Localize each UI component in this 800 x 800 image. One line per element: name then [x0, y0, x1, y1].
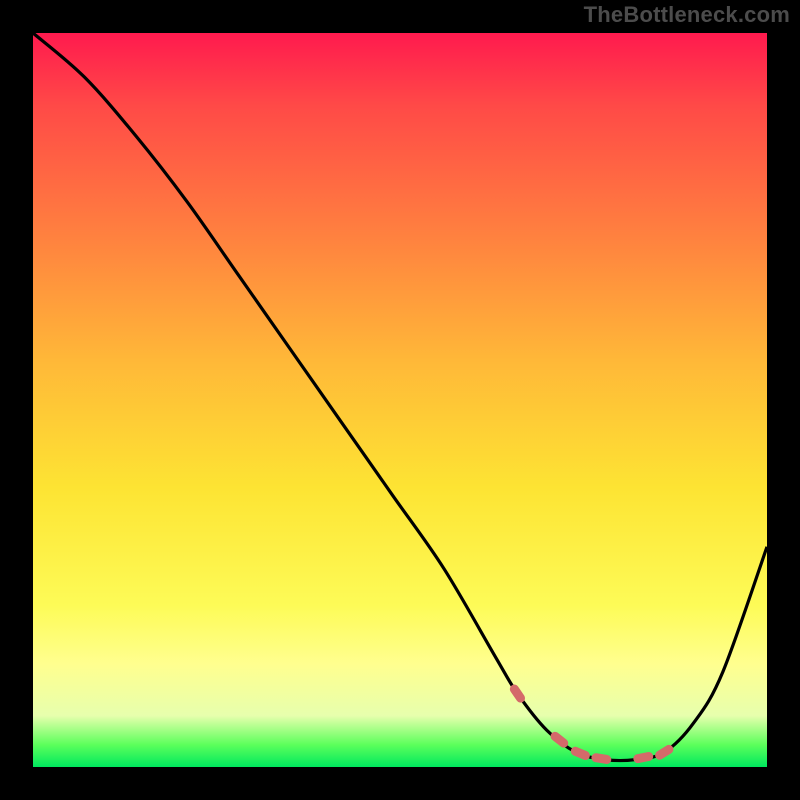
plot-area — [33, 33, 767, 767]
attribution-label: TheBottleneck.com — [584, 2, 790, 28]
optimum-dash — [514, 689, 520, 698]
optimum-dash — [660, 749, 669, 755]
optimum-dash — [575, 751, 585, 755]
optimum-dash — [596, 758, 607, 760]
optimum-markers — [514, 689, 669, 760]
curve-svg — [33, 33, 767, 767]
chart-frame: TheBottleneck.com — [0, 0, 800, 800]
bottleneck-curve-path — [33, 33, 767, 761]
optimum-dash — [638, 757, 649, 759]
optimum-dash — [555, 736, 564, 743]
